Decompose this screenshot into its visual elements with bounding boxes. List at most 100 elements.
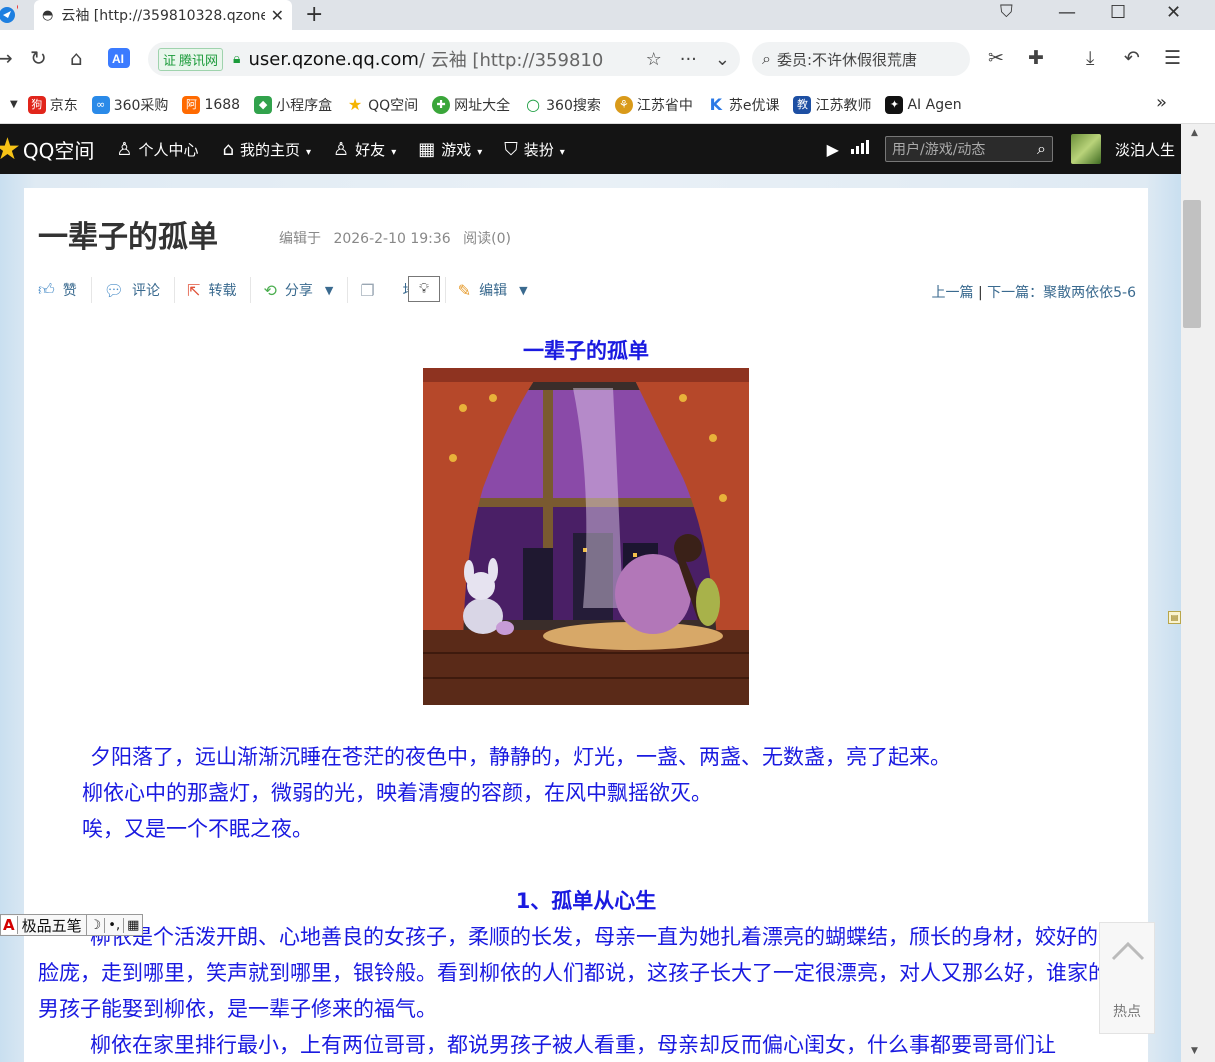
scrollbar[interactable]: ▲ ▼ (1181, 124, 1215, 1062)
scroll-down-icon[interactable]: ▼ (1191, 1046, 1198, 1056)
chevron-down-icon[interactable]: ⌄ (715, 49, 730, 70)
qzone-search-input[interactable]: 用户/游戏/动态 ⌕ (884, 136, 1053, 162)
next-post-link[interactable]: 下一篇：聚散两依依5-6 (987, 285, 1136, 301)
note-icon[interactable]: ▤ (1168, 611, 1181, 624)
qzone-star-icon: ★ (347, 94, 363, 114)
active-tab[interactable]: ◓ 云袖 [http://359810328.qzone.qq.com] ✕ (34, 0, 292, 30)
home-icon[interactable]: ⌂ (70, 46, 83, 70)
qzone-nav: ♙ 个人中心 ⌂ 我的主页 ▾ ♙ 好友 ▾ ▦ 游戏 ▾ ⛉ 装扮 ▾ (116, 139, 564, 160)
shield-icon: ◆ (254, 95, 273, 114)
bookmark-1688[interactable]: 阿 1688 (182, 95, 240, 114)
nav-friends[interactable]: ♙ 好友 ▾ (333, 139, 396, 160)
edit-button[interactable]: ✎ 编辑 ▼ (458, 277, 542, 303)
download-icon[interactable]: ⤓ (1086, 47, 1094, 69)
bulb-icon: 💡︎ (408, 276, 440, 302)
bookmark-360-purchase[interactable]: ∞ 360采购 (91, 95, 168, 115)
bookmark-qzone[interactable]: ★ QQ空间 (346, 95, 418, 115)
qzone-logo[interactable]: ★ QQ空间 (0, 132, 94, 167)
address-domain: user.qzone.qq.com (248, 48, 419, 70)
hot-widget[interactable]: 热点 (1099, 922, 1155, 1034)
read-count: 阅读(0) (463, 231, 511, 247)
nav-games[interactable]: ▦ 游戏 ▾ (418, 139, 482, 160)
browser-toolbar: → ↻ ⌂ AI 证腾讯网 🔒︎ user.qzone.qq.com / 云袖 … (0, 30, 1215, 86)
play-icon[interactable]: ▶ (827, 140, 839, 159)
repost-button[interactable]: ⇱ 转载 (187, 277, 252, 303)
article-illustration[interactable] (423, 368, 749, 705)
like-button[interactable]: 👍︎ 赞 (38, 277, 92, 303)
forward-icon[interactable]: → (0, 46, 13, 70)
reload-icon[interactable]: ↻ (30, 46, 47, 70)
1688-icon: 阿 (182, 95, 201, 114)
star-icon[interactable]: ☆ (646, 49, 662, 70)
ime-toolbar[interactable]: A 极品五笔 ☽ •, ▦ (0, 914, 144, 936)
menu-icon[interactable]: ☰ (1164, 47, 1181, 69)
user-name[interactable]: 淡泊人生 (1115, 139, 1175, 160)
minimize-icon[interactable]: — (1058, 2, 1076, 23)
new-tab-icon[interactable]: + (305, 2, 323, 27)
scroll-thumb[interactable] (1183, 200, 1201, 328)
grid-icon: ▦ (418, 138, 436, 160)
nav-personal-center[interactable]: ♙ 个人中心 (116, 139, 198, 160)
caret-down-icon[interactable]: ▼ (519, 284, 527, 297)
cert-badge[interactable]: 证腾讯网 (158, 47, 224, 71)
repost-icon: ⇱ (187, 280, 201, 300)
qzone-header-right: ▶ 用户/游戏/动态 ⌕ 淡泊人生 (827, 124, 1181, 174)
more-bookmarks-icon[interactable]: » (1156, 92, 1167, 113)
ai-agent-icon: ✦ (885, 95, 904, 114)
tab-bar: ◓ 云袖 [http://359810328.qzone.qq.com] ✕ +… (0, 0, 1215, 30)
user-icon: ♙ (116, 138, 133, 160)
maximize-icon[interactable]: ☐ (1110, 2, 1126, 23)
nav-homepage[interactable]: ⌂ 我的主页 ▾ (223, 139, 311, 160)
bookmark-jiangsu[interactable]: ⚘ 江苏省中 (614, 95, 693, 115)
bookmarks-dropdown-icon[interactable]: ▼ (10, 99, 18, 110)
bookmark-ai-agent[interactable]: ✦ AI Agen (885, 95, 962, 114)
nav-decorate[interactable]: ⛉ 装扮 ▾ (504, 139, 565, 160)
k-icon: K (709, 94, 723, 114)
qzone-header: ★ QQ空间 ♙ 个人中心 ⌂ 我的主页 ▾ ♙ 好友 ▾ ▦ 游戏 ▾ ⛉ 装扮 ▾ ▶ 用户/… (0, 124, 1181, 174)
skin-icon[interactable]: ⛉ (1000, 2, 1013, 22)
comment-button[interactable]: 💬︎ 评论 (103, 277, 176, 303)
close-window-icon[interactable]: ✕ (1166, 2, 1181, 23)
bookmark-url-directory[interactable]: ✚ 网址大全 (432, 95, 510, 115)
more-icon[interactable]: ··· (680, 49, 697, 70)
bookmark-jiangsu-teacher[interactable]: 教江苏教师 (793, 95, 871, 115)
moon-icon[interactable]: ☽ (87, 917, 106, 933)
browser-logo-icon[interactable] (0, 4, 23, 24)
punctuation-icon[interactable]: •, (105, 917, 125, 933)
ai-icon[interactable]: AI (108, 48, 130, 73)
keyboard-icon[interactable]: ▦ (124, 918, 142, 933)
post-nav-separator: | (977, 285, 983, 301)
tab-title: 云袖 [http://359810328.qzone.qq.com] (61, 8, 265, 24)
body-title: 一辈子的孤单 (523, 339, 649, 363)
bookmark-miniprogram[interactable]: ◆ 小程序盒 (254, 95, 332, 115)
edited-label: 编辑于 (279, 231, 321, 247)
lock-icon[interactable]: 🔒︎ (233, 51, 240, 67)
scissors-icon[interactable]: ✂ (988, 47, 1004, 69)
bookmark-jd[interactable]: 狗京东 (27, 95, 78, 115)
undo-icon[interactable]: ↶ (1124, 47, 1140, 69)
signal-icon[interactable] (850, 140, 871, 158)
action-bar: 👍︎赞 💬︎评论 ⇱转载 ⟲分享▼ ❐地址 ✎编辑▼ (38, 276, 554, 304)
scroll-up-icon[interactable]: ▲ (1191, 128, 1198, 138)
svg-text:AI: AI (112, 52, 124, 66)
search-box[interactable]: ⌕ 委员:不许休假很荒唐 (752, 42, 970, 76)
qzone-search-placeholder: 用户/游戏/动态 (891, 142, 986, 158)
back-to-top-icon[interactable] (1110, 933, 1146, 969)
extension-icon[interactable]: ✚ (1028, 47, 1044, 69)
ime-mode[interactable]: A (1, 916, 18, 934)
bookmark-360-search[interactable]: ○ 360搜索 (524, 95, 601, 115)
home-icon: ⌂ (222, 138, 234, 160)
paragraph-5: 柳依在家里排行最小，上有两位哥哥，都说男孩子被人看重，母亲却反而偏心闺女，什么事… (90, 1033, 1056, 1057)
avatar[interactable] (1070, 134, 1101, 164)
caret-down-icon[interactable]: ▼ (325, 284, 333, 297)
prev-post-link[interactable]: 上一篇 (932, 285, 974, 301)
bookmark-sue-youke[interactable]: K 苏e优课 (707, 95, 780, 115)
article: 一辈子的孤单 编辑于 2026-2-10 19:36 阅读(0) 👍︎ 赞 💬︎ 评… (24, 188, 1148, 1062)
comment-icon: 💬︎ (103, 280, 125, 300)
address-bar[interactable]: 证腾讯网 🔒︎ user.qzone.qq.com / 云袖 [http://3… (148, 42, 740, 76)
360-icon: ∞ (91, 95, 110, 114)
ime-name[interactable]: 极品五笔 (18, 914, 87, 936)
share-button[interactable]: ⟲ 分享 ▼ (263, 277, 349, 303)
search-icon[interactable]: ⌕ (1037, 139, 1046, 159)
close-tab-icon[interactable]: ✕ (271, 6, 284, 25)
